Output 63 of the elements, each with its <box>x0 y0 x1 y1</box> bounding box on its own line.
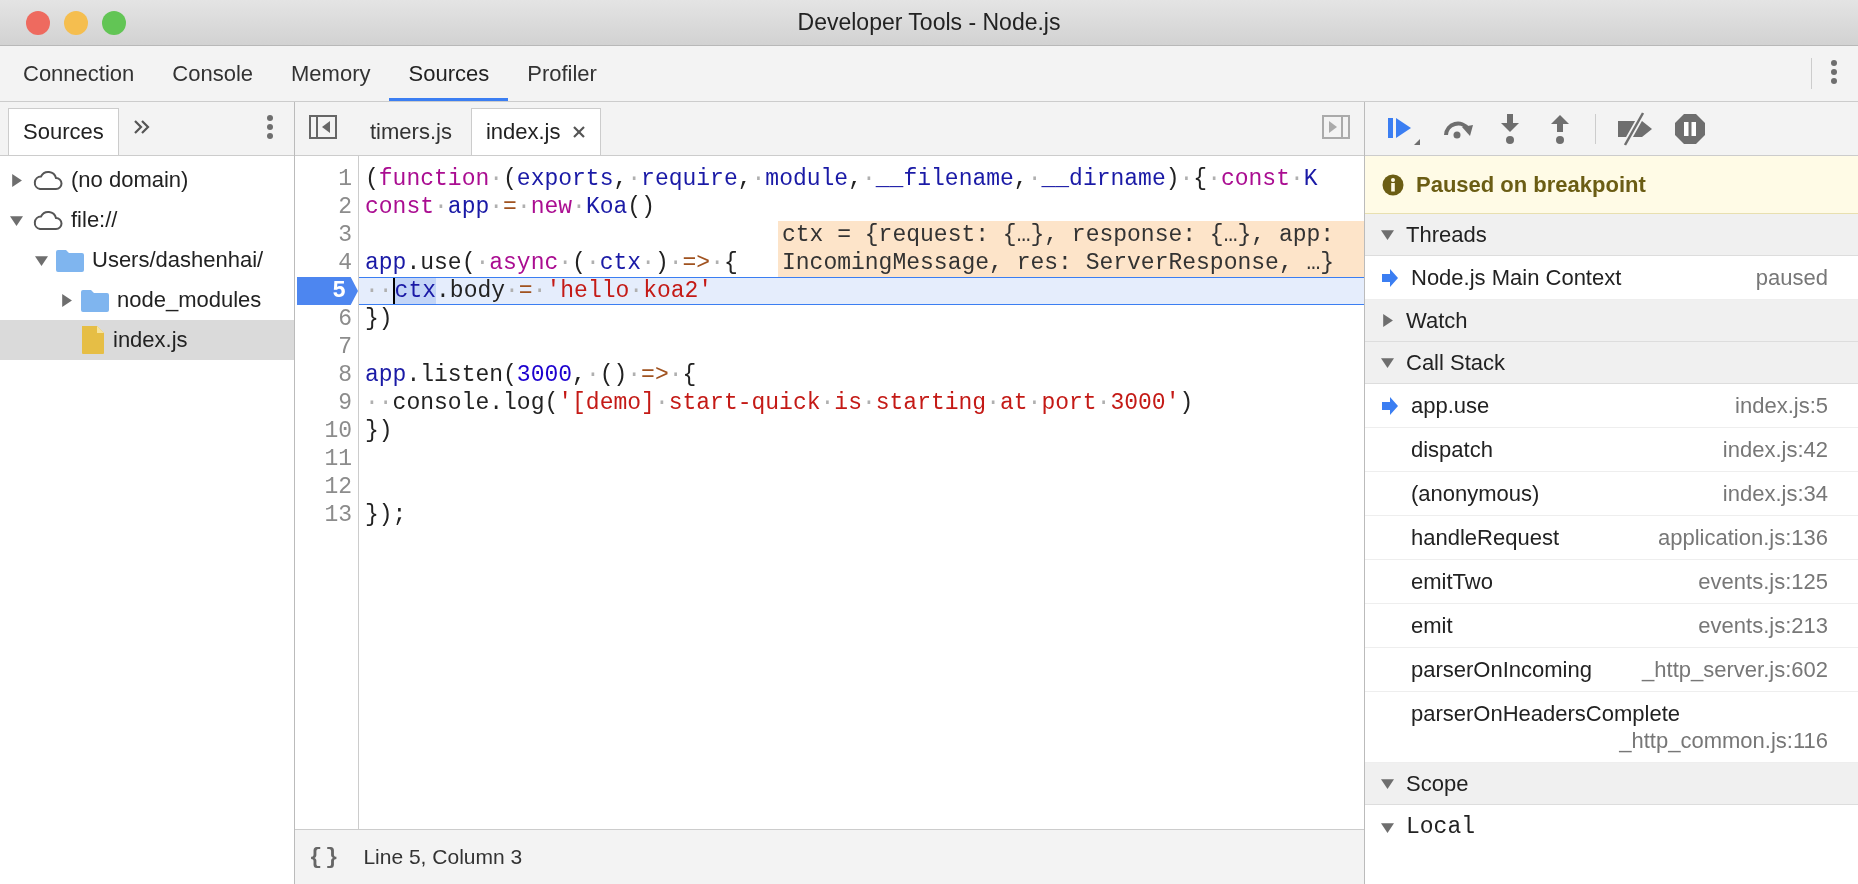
tree-item[interactable]: node_modules <box>0 280 294 320</box>
close-icon[interactable] <box>572 125 587 139</box>
call-frame[interactable]: emit events.js:213 <box>1365 604 1858 648</box>
call-frame[interactable]: app.use index.js:5 <box>1365 384 1858 428</box>
breakpoint-marker[interactable]: 5 <box>297 277 358 305</box>
info-icon <box>1382 173 1404 196</box>
call-frame[interactable]: dispatch index.js:42 <box>1365 428 1858 472</box>
cursor-position: Line 5, Column 3 <box>363 845 523 869</box>
window-title: Developer Tools - Node.js <box>797 9 1061 36</box>
code-line: }); <box>365 502 407 528</box>
code-line: ··console.log('[demo]·start-quick·is·starting·at·port·3000') <box>365 390 1194 416</box>
more-tabs-icon[interactable] <box>132 118 151 135</box>
collapse-arrow-icon[interactable] <box>1381 356 1394 369</box>
file-icon <box>81 325 105 355</box>
expand-arrow-icon[interactable] <box>60 293 73 307</box>
pause-on-exceptions-icon[interactable] <box>1674 112 1706 145</box>
cloud-icon <box>31 169 63 191</box>
collapse-arrow-icon[interactable] <box>1381 820 1394 834</box>
call-frame[interactable]: (anonymous) index.js:34 <box>1365 472 1858 516</box>
tree-item[interactable]: Users/dashenhai/ <box>0 240 294 280</box>
collapse-arrow-icon[interactable] <box>10 213 23 227</box>
call-stack-header[interactable]: Call Stack <box>1365 342 1858 384</box>
collapse-arrow-icon[interactable] <box>1381 228 1394 241</box>
expand-arrow-icon[interactable] <box>10 173 23 187</box>
scope-item[interactable]: Local <box>1365 805 1858 849</box>
collapse-arrow-icon[interactable] <box>35 253 48 267</box>
code-line: (function·(exports,·require,·module,·__filename,·__dirname)·{·const·K <box>365 166 1318 192</box>
panel-tab[interactable]: Connection <box>4 46 154 101</box>
sidebar-tab[interactable]: Sources <box>8 108 119 155</box>
close-window-button[interactable] <box>26 11 50 35</box>
collapse-arrow-icon[interactable] <box>1381 777 1394 790</box>
more-options-icon[interactable] <box>266 113 274 140</box>
tree-item[interactable]: (no domain) <box>0 160 294 200</box>
panel-tab[interactable]: Profiler <box>508 46 616 101</box>
paused-message: Paused on breakpoint <box>1416 171 1646 198</box>
watch-header[interactable]: Watch <box>1365 300 1858 342</box>
debugger-toggle-icon[interactable] <box>1322 114 1350 139</box>
folder-icon <box>56 248 84 272</box>
code-line: const·app·=·new·Koa() <box>365 194 655 220</box>
pretty-print-button[interactable]: {} <box>309 844 342 870</box>
file-tab[interactable]: index.js <box>470 108 602 155</box>
panel-tab[interactable]: Memory <box>272 46 390 101</box>
more-options-icon[interactable] <box>1830 58 1838 85</box>
value-tooltip: ctx = {request: {…}, response: {…}, app: IncomingMessage, res: ServerResponse, …} <box>778 221 1364 277</box>
code-line: }) <box>365 418 393 444</box>
expand-arrow-icon[interactable] <box>1381 314 1394 327</box>
call-frame[interactable]: emitTwo events.js:125 <box>1365 560 1858 604</box>
tree-item[interactable]: file:// <box>0 200 294 240</box>
scope-header[interactable]: Scope <box>1365 763 1858 805</box>
threads-header[interactable]: Threads <box>1365 214 1858 256</box>
cloud-icon <box>31 209 63 231</box>
sidebar-toggle-icon[interactable] <box>309 114 337 139</box>
tree-item[interactable]: index.js <box>0 320 294 360</box>
code-line: }) <box>365 306 393 332</box>
code-line: app.listen(3000,·()·=>·{ <box>365 362 697 388</box>
deactivate-breakpoints-icon[interactable] <box>1616 111 1654 146</box>
code-line: ··ctx.body·=·'hello·koa2' <box>365 278 713 304</box>
panel-tab[interactable]: Console <box>153 46 273 101</box>
file-tab[interactable]: timers.js <box>355 108 467 155</box>
call-frame[interactable]: parserOnIncoming _http_server.js:602 <box>1365 648 1858 692</box>
call-frame[interactable]: handleRequest application.js:136 <box>1365 516 1858 560</box>
code-line: app.use(·async·(·ctx·)·=>·{ <box>365 250 738 276</box>
folder-icon <box>81 288 109 312</box>
